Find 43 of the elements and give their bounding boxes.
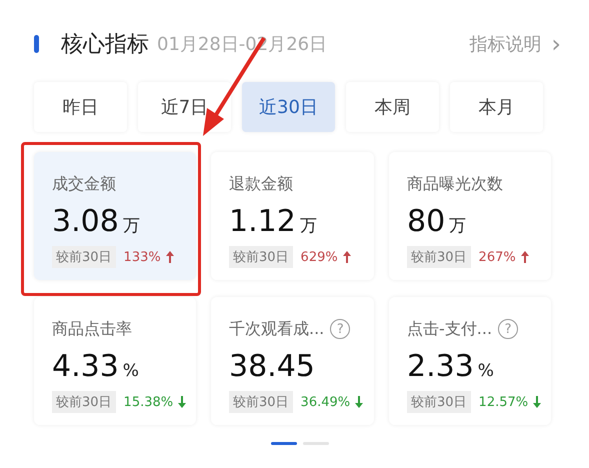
metric-card[interactable]: 点击-支付... ? 2.33% 较前30日 12.57% xyxy=(389,297,551,425)
metric-card[interactable]: 商品曝光次数 80 万 较前30日 267% xyxy=(389,152,551,280)
compare-label: 较前30日 xyxy=(229,246,293,268)
metric-value: 1.12 xyxy=(229,204,296,239)
metric-title: 成交金额 xyxy=(52,174,116,194)
metric-unit: % xyxy=(122,361,139,381)
chevron-icon: › xyxy=(551,30,561,58)
metric-card[interactable]: 千次观看成... ? 38.45 较前30日 36.49% xyxy=(211,297,374,425)
period-tab[interactable]: 近7日 xyxy=(138,82,231,132)
metric-value: 80 xyxy=(407,204,446,239)
period-tab[interactable]: 本月 xyxy=(450,82,543,132)
period-tab[interactable]: 昨日 xyxy=(34,82,127,132)
compare-label: 较前30日 xyxy=(52,246,116,268)
metric-value: 3.08 xyxy=(52,204,119,239)
compare-label: 较前30日 xyxy=(52,391,116,413)
metric-unit: 万 xyxy=(449,215,466,237)
metric-card[interactable]: 商品点击率 4.33% 较前30日 15.38% xyxy=(34,297,196,425)
period-tab[interactable]: 近30日 xyxy=(242,82,335,132)
metric-card[interactable]: 退款金额 1.12 万 较前30日 629% xyxy=(211,152,374,280)
change-value: 36.49% xyxy=(300,394,350,410)
metric-title: 商品点击率 xyxy=(52,318,132,340)
metric-card[interactable]: 成交金额 3.08 万 较前30日 133% xyxy=(34,152,196,280)
metric-value: 38.45 xyxy=(229,349,315,384)
metric-title: 商品曝光次数 xyxy=(407,174,503,194)
metric-unit: 万 xyxy=(300,215,317,237)
metric-title: 退款金额 xyxy=(229,174,293,194)
change-value: 267% xyxy=(478,250,516,264)
change-value: 12.57% xyxy=(478,394,528,410)
section-title: 核心指标 xyxy=(61,31,149,59)
metric-unit: % xyxy=(478,361,494,381)
compare-label: 较前30日 xyxy=(407,246,471,268)
metric-title: 点击-支付... xyxy=(407,318,492,340)
accent-bar xyxy=(34,35,39,53)
metric-value: 2.33 xyxy=(407,349,474,384)
change-value: 133% xyxy=(124,250,161,264)
metric-title: 千次观看成... xyxy=(229,318,324,340)
metric-value: 4.33 xyxy=(52,349,119,384)
compare-label: 较前30日 xyxy=(407,391,471,413)
change-value: 15.38% xyxy=(124,394,174,410)
period-tab[interactable]: 本周 xyxy=(346,82,439,132)
metric-unit: 万 xyxy=(122,215,140,237)
compare-label: 较前30日 xyxy=(229,391,293,413)
change-value: 629% xyxy=(300,250,338,264)
